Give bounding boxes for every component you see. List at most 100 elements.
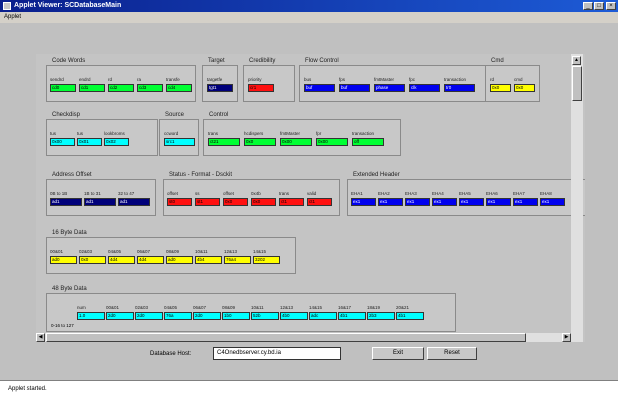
field-value[interactable]: cd0 xyxy=(50,84,76,92)
menu-applet[interactable]: Applet xyxy=(4,14,21,20)
field-label: 1B to 31 xyxy=(84,191,101,196)
field-value[interactable]: 4b1 xyxy=(338,312,366,320)
field-value[interactable]: ex1 xyxy=(486,198,511,206)
field-value[interactable]: tr0 xyxy=(444,84,475,92)
field-value[interactable]: ad1 xyxy=(50,198,82,206)
close-button[interactable]: × xyxy=(606,2,616,10)
field-value[interactable]: ex1 xyxy=(351,198,376,206)
database-host-input[interactable]: C4Onedbserver.cy.bd.ia xyxy=(213,347,341,360)
field-value[interactable]: 0x00 xyxy=(316,138,348,146)
field-value[interactable]: 1.0 xyxy=(77,312,105,320)
vertical-scrollbar[interactable]: ▲ xyxy=(571,54,583,342)
reset-button[interactable]: Reset xyxy=(427,347,477,360)
field-value[interactable]: phase xyxy=(374,84,405,92)
field-value[interactable]: 0x0 xyxy=(223,198,248,206)
field-group: 0B to 1B ad1 1B to 31 ad1 32 to 47 ad1 Address… xyxy=(46,172,156,216)
field-value[interactable]: st1 xyxy=(195,198,220,206)
field-label: 20&21 xyxy=(396,305,410,310)
field-value[interactable]: src1 xyxy=(164,138,195,146)
title-bar: Applet Viewer: SCDatabaseMain _ □ × xyxy=(0,0,618,12)
field-value[interactable]: 0x0 xyxy=(514,84,535,92)
field: fpr 0x00 xyxy=(316,131,348,147)
horizontal-scroll-thumb[interactable] xyxy=(46,333,526,342)
field-group: rd 0x0 cmd 0x0 Cmd xyxy=(485,58,540,102)
field-value[interactable]: 0x0 xyxy=(490,84,511,92)
field: EHA8 ex1 xyxy=(540,191,565,207)
field-value[interactable]: ad1 xyxy=(84,198,116,206)
maximize-button[interactable]: □ xyxy=(594,2,604,10)
field-value[interactable]: 76a xyxy=(164,312,192,320)
field-label: transaction xyxy=(444,77,467,82)
field: offset 0x0 xyxy=(223,191,248,207)
field-value[interactable]: 4d4 xyxy=(108,256,135,264)
field-value[interactable]: 2d0 xyxy=(135,312,163,320)
field: 06&07 4d4 xyxy=(137,249,164,265)
field-value[interactable]: 0x02 xyxy=(104,138,129,146)
field-value[interactable]: cd4 xyxy=(166,84,192,92)
field: tus 0x00 xyxy=(50,131,75,147)
field-value[interactable]: 4d4 xyxy=(137,256,164,264)
field-value[interactable]: clk xyxy=(409,84,440,92)
field-value[interactable]: buf xyxy=(304,84,335,92)
field-value[interactable]: 0x01 xyxy=(77,138,102,146)
field-value[interactable]: ex1 xyxy=(405,198,430,206)
field-value[interactable]: ad0 xyxy=(166,256,193,264)
field-value[interactable]: 4b1 xyxy=(396,312,424,320)
field-value[interactable]: ex1 xyxy=(540,198,565,206)
field-value[interactable]: ex1 xyxy=(459,198,484,206)
exit-button[interactable]: Exit xyxy=(372,347,424,360)
field-value[interactable]: 4b4 xyxy=(195,256,222,264)
field-value[interactable]: 0x00 xyxy=(50,138,75,146)
group-title: Status - Format - Dsckit xyxy=(169,172,233,178)
field-value[interactable]: adc xyxy=(309,312,337,320)
field-value[interactable]: cd3 xyxy=(137,84,163,92)
field-value[interactable]: 2d0 xyxy=(106,312,134,320)
field-value[interactable]: ex1 xyxy=(378,198,403,206)
field-value[interactable]: 3202 xyxy=(253,256,280,264)
field: ra cd3 xyxy=(137,77,163,93)
field-value[interactable]: 0x0 xyxy=(79,256,106,264)
field-value[interactable]: 76a4 xyxy=(224,256,251,264)
field-value[interactable]: 0x0 xyxy=(244,138,276,146)
field-value[interactable]: 4b0 xyxy=(280,312,308,320)
field: rd 0x0 xyxy=(490,77,511,93)
field: trans ct21 xyxy=(208,131,240,147)
field-value[interactable]: 0x0 xyxy=(251,198,276,206)
field-value[interactable]: cd1 xyxy=(79,84,105,92)
field-value[interactable]: 1b0 xyxy=(222,312,250,320)
field-value[interactable]: ad1 xyxy=(118,198,150,206)
field-value[interactable]: 2b3 xyxy=(367,312,395,320)
field-group: EHA1 ex1 EHA2 ex1 EHA3 ex1 EHA4 ex1 EHA5 ex1 EHA6 e… xyxy=(347,172,585,216)
field: endrd cd1 xyxy=(79,77,105,93)
vertical-scroll-thumb[interactable] xyxy=(572,66,582,101)
field-group: offset st0 ss st1 offset 0x0 0x4b 0x0 trans ct1 va… xyxy=(163,172,340,216)
field-value[interactable]: 0x00 xyxy=(280,138,312,146)
field-value[interactable]: buf xyxy=(339,84,370,92)
scroll-right-icon[interactable]: ▶ xyxy=(562,333,571,342)
field-value[interactable]: tgt1 xyxy=(207,84,233,92)
field: 06&07 2d0 xyxy=(193,305,221,321)
field-value[interactable]: 2d0 xyxy=(193,312,221,320)
field-value[interactable]: ct1 xyxy=(279,198,304,206)
group-box: trans ct21 hcdispers 0x0 fmtMaster 0x00 fpr 0x0… xyxy=(203,119,401,156)
menu-bar: Applet xyxy=(0,12,618,23)
field-value[interactable]: off xyxy=(352,138,384,146)
field-value[interactable]: ct21 xyxy=(208,138,240,146)
field-value[interactable]: st0 xyxy=(167,198,192,206)
field-value[interactable]: 52b xyxy=(251,312,279,320)
field-value[interactable]: ad0 xyxy=(50,256,77,264)
field-value[interactable]: ex1 xyxy=(432,198,457,206)
field-value[interactable]: cr1 xyxy=(248,84,274,92)
scroll-up-icon[interactable]: ▲ xyxy=(572,56,581,65)
group-box: targetfe tgt1 xyxy=(202,65,238,102)
horizontal-scrollbar[interactable]: ◀ ▶ xyxy=(36,333,571,342)
group-title: Code Words xyxy=(52,58,86,64)
field: EHA5 ex1 xyxy=(459,191,484,207)
field-value[interactable]: ex1 xyxy=(513,198,538,206)
field-value[interactable]: cd2 xyxy=(108,84,134,92)
minimize-button[interactable]: _ xyxy=(583,2,593,10)
field: priority cr1 xyxy=(248,77,274,93)
scroll-left-icon[interactable]: ◀ xyxy=(36,333,45,342)
field-label: 00&01 xyxy=(50,249,64,254)
field-value[interactable]: ct1 xyxy=(307,198,332,206)
